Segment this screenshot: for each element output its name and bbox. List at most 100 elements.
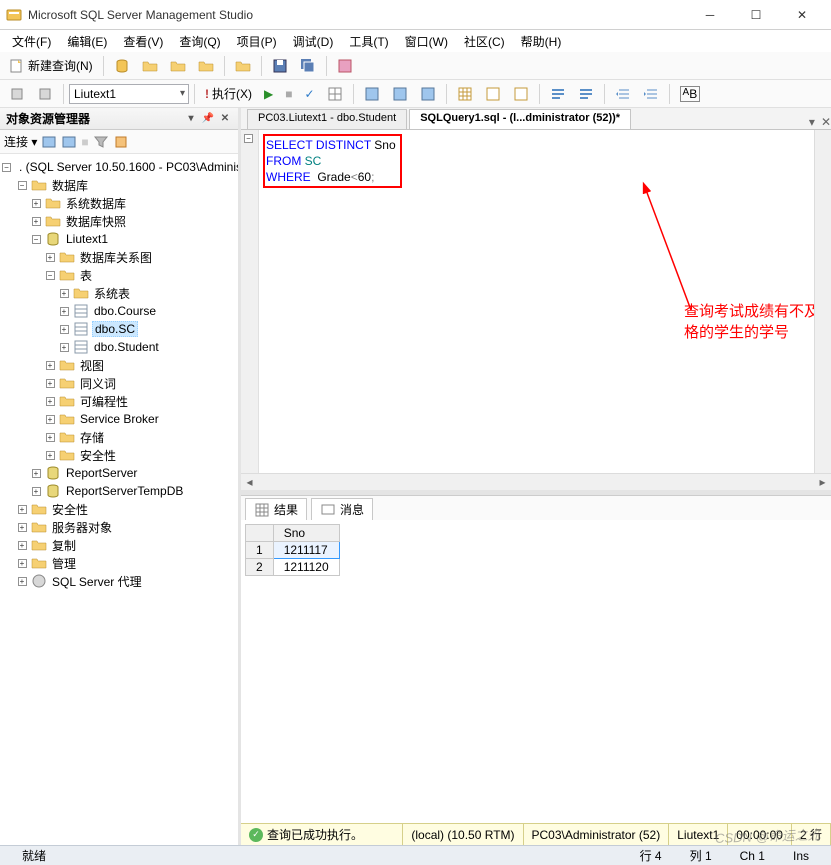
agent-icon <box>31 573 47 589</box>
open-button[interactable] <box>230 55 256 77</box>
tree-liutext1[interactable]: −Liutext1 <box>0 230 238 248</box>
oe-pin-button[interactable]: 📌 <box>201 112 215 126</box>
tree-db-snap[interactable]: +数据库快照 <box>0 212 238 230</box>
tree-replication[interactable]: +复制 <box>0 536 238 554</box>
activity-button[interactable] <box>332 55 358 77</box>
tree-table-sc[interactable]: +dbo.SC <box>0 320 238 338</box>
tree-sys-db[interactable]: +系统数据库 <box>0 194 238 212</box>
tree-security-db[interactable]: +安全性 <box>0 446 238 464</box>
rownum-header[interactable] <box>246 525 274 542</box>
tb2-btn-6[interactable] <box>322 83 348 105</box>
tree-table-course[interactable]: +dbo.Course <box>0 302 238 320</box>
indent-button[interactable] <box>610 83 636 105</box>
results-text-button[interactable] <box>480 83 506 105</box>
sql-editor[interactable]: − SELECT DISTINCT Sno FROM SC WHERE Grad… <box>241 130 831 490</box>
results-grid[interactable]: Sno 11211117 21211120 <box>241 520 831 823</box>
stop-button[interactable]: ■ <box>280 84 297 104</box>
menu-window[interactable]: 窗口(W) <box>397 31 456 52</box>
tabstrip-close[interactable]: ✕ <box>821 115 831 129</box>
close-button[interactable]: ✕ <box>779 1 825 29</box>
results-tab[interactable]: 结果 <box>245 498 307 521</box>
menu-file[interactable]: 文件(F) <box>4 31 59 52</box>
status-db: Liutext1 <box>669 824 728 845</box>
messages-tab[interactable]: 消息 <box>311 498 373 521</box>
results-grid-button[interactable] <box>452 83 478 105</box>
oe-stop-icon[interactable] <box>113 134 129 150</box>
tb2-btn-8[interactable] <box>387 83 413 105</box>
object-explorer: 对象资源管理器 ▾ 📌 ✕ 连接 ▾ ■ −. (SQL Server 10.5… <box>0 108 241 845</box>
toolbar-separator <box>669 84 670 104</box>
tree-management[interactable]: +管理 <box>0 554 238 572</box>
save-button[interactable] <box>267 55 293 77</box>
save-all-button[interactable] <box>295 55 321 77</box>
document-tabstrip: PC03.Liutext1 - dbo.Student SQLQuery1.sq… <box>241 108 831 130</box>
col-header-sno[interactable]: Sno <box>273 525 339 542</box>
menu-project[interactable]: 项目(P) <box>229 31 285 52</box>
object-tree[interactable]: −. (SQL Server 10.50.1600 - PC03\Adminis… <box>0 154 238 845</box>
tb-btn-1[interactable] <box>109 55 135 77</box>
folder-icon <box>59 411 75 427</box>
outdent-button[interactable] <box>638 83 664 105</box>
oe-filter2-icon[interactable] <box>93 134 109 150</box>
tb2-btn-2[interactable] <box>32 83 58 105</box>
menu-tools[interactable]: 工具(T) <box>341 31 396 52</box>
tree-service-broker[interactable]: +Service Broker <box>0 410 238 428</box>
tree-reportserver[interactable]: +ReportServer <box>0 464 238 482</box>
execute-button[interactable]: ! 执行(X) <box>200 82 257 105</box>
minimize-button[interactable]: ─ <box>687 1 733 29</box>
database-combo[interactable]: Liutext1 <box>69 84 189 104</box>
tree-table-student[interactable]: +dbo.Student <box>0 338 238 356</box>
tree-databases[interactable]: −数据库 <box>0 176 238 194</box>
editor-vscrollbar[interactable] <box>814 130 831 473</box>
menu-query[interactable]: 查询(Q) <box>171 31 228 52</box>
tree-server[interactable]: −. (SQL Server 10.50.1600 - PC03\Adminis… <box>0 158 238 176</box>
tree-reportserver-temp[interactable]: +ReportServerTempDB <box>0 482 238 500</box>
tree-tables[interactable]: −表 <box>0 266 238 284</box>
editor-hscrollbar[interactable]: ◂▸ <box>241 473 831 490</box>
tree-db-diagram[interactable]: +数据库关系图 <box>0 248 238 266</box>
tb-btn-4[interactable] <box>193 55 219 77</box>
oe-close-button[interactable]: ✕ <box>218 112 232 126</box>
debug-button[interactable]: ▶ <box>259 84 278 104</box>
tree-views[interactable]: +视图 <box>0 356 238 374</box>
menu-view[interactable]: 查看(V) <box>115 31 171 52</box>
tab-sqlquery1[interactable]: SQLQuery1.sql - (l...dministrator (52))* <box>409 109 631 129</box>
execute-bang-icon: ! <box>205 87 209 101</box>
specify-values-button[interactable]: AB <box>675 83 706 105</box>
toolbar-separator <box>63 84 64 104</box>
tb2-btn-7[interactable] <box>359 83 385 105</box>
comment-icon <box>550 86 566 102</box>
sql-text[interactable]: SELECT DISTINCT Sno FROM SC WHERE Grade<… <box>263 134 402 188</box>
uncomment-button[interactable] <box>573 83 599 105</box>
tree-sql-agent[interactable]: +SQL Server 代理 <box>0 572 238 590</box>
parse-button[interactable]: ✓ <box>299 84 319 104</box>
oe-dropdown-button[interactable]: ▾ <box>184 112 198 126</box>
tb-btn-2[interactable] <box>137 55 163 77</box>
tree-programmability[interactable]: +可编程性 <box>0 392 238 410</box>
tab-student[interactable]: PC03.Liutext1 - dbo.Student <box>247 109 407 129</box>
tree-security[interactable]: +安全性 <box>0 500 238 518</box>
tabstrip-dropdown[interactable]: ▾ <box>809 115 815 129</box>
connect-dropdown[interactable]: 连接 ▾ <box>4 133 37 150</box>
tree-storage[interactable]: +存储 <box>0 428 238 446</box>
menu-edit[interactable]: 编辑(E) <box>59 31 115 52</box>
tree-sys-tables[interactable]: +系统表 <box>0 284 238 302</box>
oe-refresh-icon[interactable] <box>41 134 57 150</box>
maximize-button[interactable]: ☐ <box>733 1 779 29</box>
table-row[interactable]: 11211117 <box>246 542 340 559</box>
menu-debug[interactable]: 调试(D) <box>285 31 342 52</box>
tb2-btn-9[interactable] <box>415 83 441 105</box>
menu-help[interactable]: 帮助(H) <box>513 31 570 52</box>
new-query-button[interactable]: 新建查询(N) <box>4 54 98 77</box>
results-file-button[interactable] <box>508 83 534 105</box>
table-row[interactable]: 21211120 <box>246 559 340 576</box>
oe-filter-icon[interactable] <box>61 134 77 150</box>
tb-btn-3[interactable] <box>165 55 191 77</box>
tb2-btn-1[interactable] <box>4 83 30 105</box>
tree-synonyms[interactable]: +同义词 <box>0 374 238 392</box>
menu-community[interactable]: 社区(C) <box>456 31 513 52</box>
comment-button[interactable] <box>545 83 571 105</box>
collapse-marker[interactable]: − <box>244 134 253 143</box>
grid-icon <box>327 86 343 102</box>
tree-server-objects[interactable]: +服务器对象 <box>0 518 238 536</box>
